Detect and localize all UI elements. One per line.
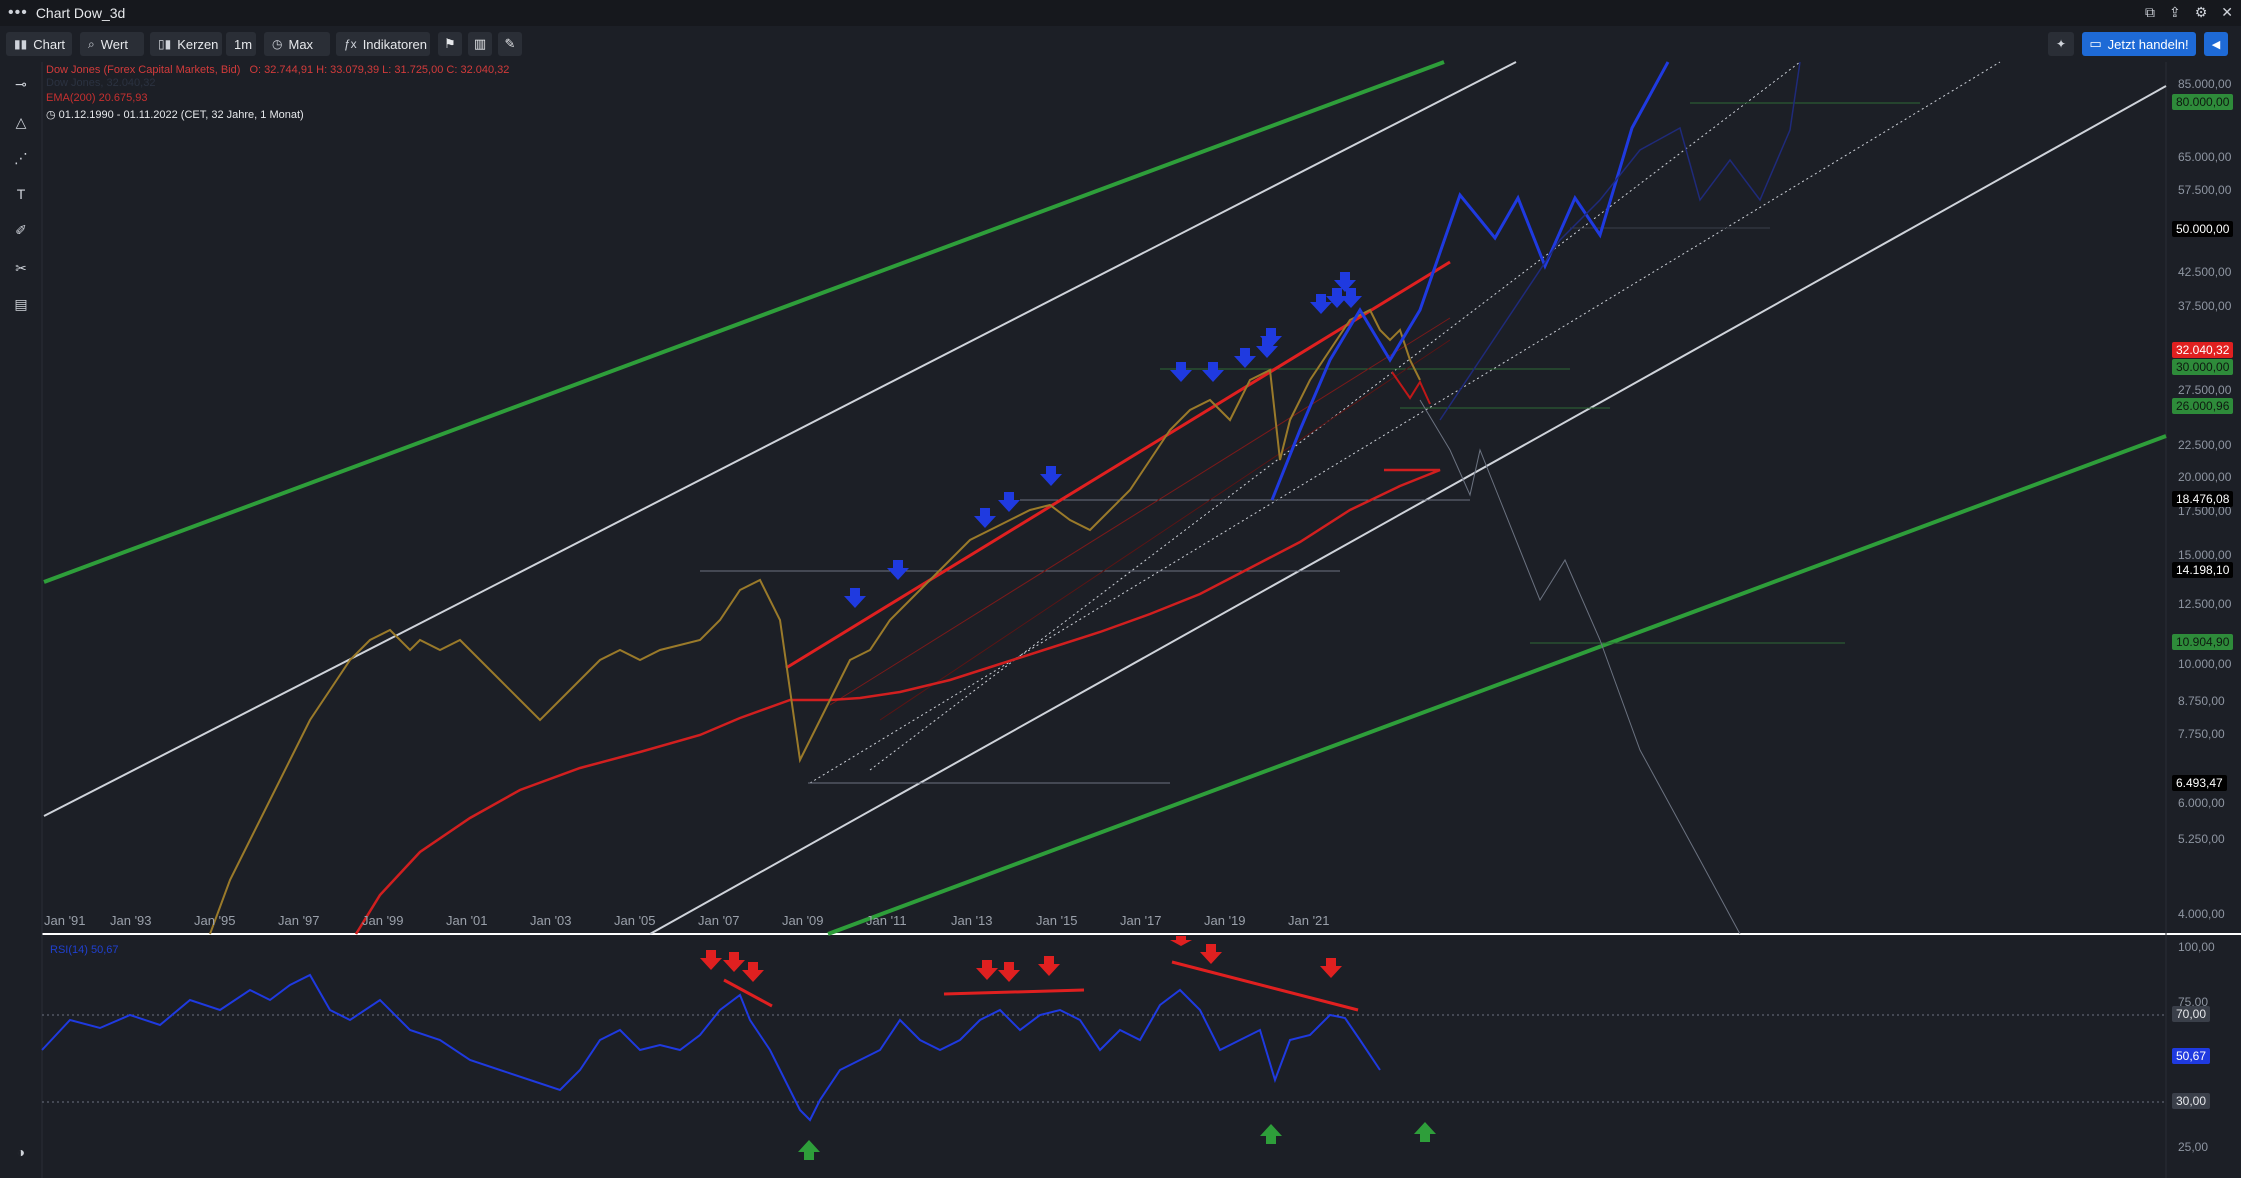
red-down-arrow[interactable] <box>1320 958 1342 978</box>
red-down-arrow[interactable] <box>723 952 745 972</box>
blue-projection-path[interactable] <box>1270 61 1670 501</box>
rsi-line[interactable] <box>41 973 1381 1122</box>
rsi-badge[interactable]: 30,00 <box>2172 1093 2211 1109</box>
red-down-arrow[interactable] <box>742 962 764 982</box>
price-tick: 8.750,00 <box>2178 694 2225 708</box>
price-tick: 22.500,00 <box>2178 438 2232 452</box>
price-badge[interactable]: 14.198,10 <box>2172 562 2234 578</box>
blue-down-arrow[interactable] <box>887 560 909 580</box>
green-up-arrow[interactable] <box>798 1140 820 1160</box>
green-arrow-group <box>798 1122 1436 1160</box>
red-inner-line-2[interactable] <box>879 339 1451 721</box>
time-tick: Jan '07 <box>698 913 740 928</box>
legend-ohlc: O: 32.744,91 H: 33.079,39 L: 31.725,00 C… <box>249 64 510 76</box>
price-badge[interactable]: 10.904,90 <box>2172 634 2234 650</box>
time-tick: Jan '19 <box>1204 913 1246 928</box>
red-down-arrow[interactable] <box>1170 936 1192 946</box>
blue-down-arrow[interactable] <box>1040 466 1062 486</box>
dotted-channel-line-1[interactable] <box>809 61 2001 784</box>
price-badge[interactable]: 6.493,47 <box>2172 775 2227 791</box>
price-badge[interactable]: 80.000,00 <box>2172 94 2234 110</box>
time-tick: Jan '01 <box>446 913 488 928</box>
price-tick: 37.500,00 <box>2178 299 2232 313</box>
price-badge[interactable]: 50.000,00 <box>2172 221 2234 237</box>
time-tick: Jan '93 <box>110 913 152 928</box>
red-down-arrow[interactable] <box>998 962 1020 982</box>
blue-down-arrow[interactable] <box>1202 362 1224 382</box>
chart-canvas[interactable] <box>0 0 2241 1178</box>
price-tick: 42.500,00 <box>2178 265 2232 279</box>
time-tick: Jan '17 <box>1120 913 1162 928</box>
price-tick: 12.500,00 <box>2178 597 2232 611</box>
price-tick: 85.000,00 <box>2178 77 2232 91</box>
clock-icon: ◷ <box>46 109 56 121</box>
blue-down-arrow[interactable] <box>974 508 996 528</box>
price-tick: 15.000,00 <box>2178 548 2232 562</box>
price-tick: 6.000,00 <box>2178 796 2225 810</box>
rsi-tick: 100,00 <box>2178 940 2215 954</box>
blue-down-arrow[interactable] <box>844 588 866 608</box>
time-tick: Jan '03 <box>530 913 572 928</box>
lower-white-channel-line[interactable] <box>649 85 2167 935</box>
price-badge[interactable]: 26.000,96 <box>2172 398 2234 414</box>
chart-legend: Dow Jones (Forex Capital Markets, Bid) O… <box>46 64 509 122</box>
rsi-badge[interactable]: 70,00 <box>2172 1006 2211 1022</box>
price-tick: 27.500,00 <box>2178 383 2232 397</box>
legend-period: 01.12.1990 - 01.11.2022 (CET, 32 Jahre, … <box>58 109 304 121</box>
time-tick: Jan '99 <box>362 913 404 928</box>
price-tick: 4.000,00 <box>2178 907 2225 921</box>
red-inner-line-1[interactable] <box>829 317 1451 706</box>
time-tick: Jan '97 <box>278 913 320 928</box>
blue-down-arrow[interactable] <box>1234 348 1256 368</box>
time-tick: Jan '91 <box>44 913 86 928</box>
blue-down-arrow[interactable] <box>998 492 1020 512</box>
legend-instrument-row: Dow Jones (Forex Capital Markets, Bid) O… <box>46 64 509 77</box>
time-tick: Jan '11 <box>866 913 907 928</box>
price-pane <box>43 60 2167 936</box>
price-tick: 5.250,00 <box>2178 832 2225 846</box>
time-tick: Jan '21 <box>1288 913 1330 928</box>
legend-hidden-row: Dow Jones, 32.040,32 <box>46 77 156 89</box>
price-tick: 7.750,00 <box>2178 727 2225 741</box>
price-tick: 20.000,00 <box>2178 470 2232 484</box>
red-resistance-line[interactable] <box>785 260 1451 670</box>
legend-instrument[interactable]: Dow Jones (Forex Capital Markets, Bid) <box>46 64 240 76</box>
red-projection-path[interactable] <box>1391 371 1431 405</box>
rsi-tick: 25,00 <box>2178 1140 2209 1154</box>
grey-crash-path[interactable] <box>1419 399 1741 935</box>
price-badge[interactable]: 18.476,08 <box>2172 491 2234 507</box>
price-tick: 57.500,00 <box>2178 183 2232 197</box>
green-up-arrow[interactable] <box>1414 1122 1436 1142</box>
time-tick: Jan '15 <box>1036 913 1078 928</box>
time-tick: Jan '05 <box>614 913 656 928</box>
price-badge[interactable]: 30.000,00 <box>2172 359 2234 375</box>
time-tick: Jan '13 <box>951 913 993 928</box>
rsi-pane <box>41 936 2166 1160</box>
upper-green-channel-line[interactable] <box>43 60 1445 584</box>
red-arrow-group <box>700 936 1342 982</box>
dotted-channel-line-2[interactable] <box>869 61 1801 771</box>
red-down-arrow[interactable] <box>976 960 998 980</box>
blue-projection-faint[interactable] <box>1439 61 1801 421</box>
rsi-badge[interactable]: 50,67 <box>2172 1048 2211 1064</box>
legend-period-row: ◷ 01.12.1990 - 01.11.2022 (CET, 32 Jahre… <box>46 109 509 122</box>
price-tick: 10.000,00 <box>2178 657 2232 671</box>
price-tick: 65.000,00 <box>2178 150 2232 164</box>
time-tick: Jan '95 <box>194 913 236 928</box>
blue-down-arrow[interactable] <box>1340 288 1362 308</box>
rsi-divergence-line-2[interactable] <box>943 988 1085 996</box>
rsi-legend[interactable]: RSI(14) 50,67 <box>50 944 118 956</box>
blue-down-arrow[interactable] <box>1170 362 1192 382</box>
red-down-arrow[interactable] <box>1200 944 1222 964</box>
price-badge[interactable]: 32.040,32 <box>2172 342 2234 358</box>
red-down-arrow[interactable] <box>700 950 722 970</box>
ema200-line[interactable] <box>354 468 1441 935</box>
price-series[interactable] <box>209 308 1421 935</box>
legend-ema[interactable]: EMA(200) 20.675,93 <box>46 92 509 105</box>
time-tick: Jan '09 <box>782 913 824 928</box>
red-down-arrow[interactable] <box>1038 956 1060 976</box>
green-up-arrow[interactable] <box>1260 1124 1282 1144</box>
